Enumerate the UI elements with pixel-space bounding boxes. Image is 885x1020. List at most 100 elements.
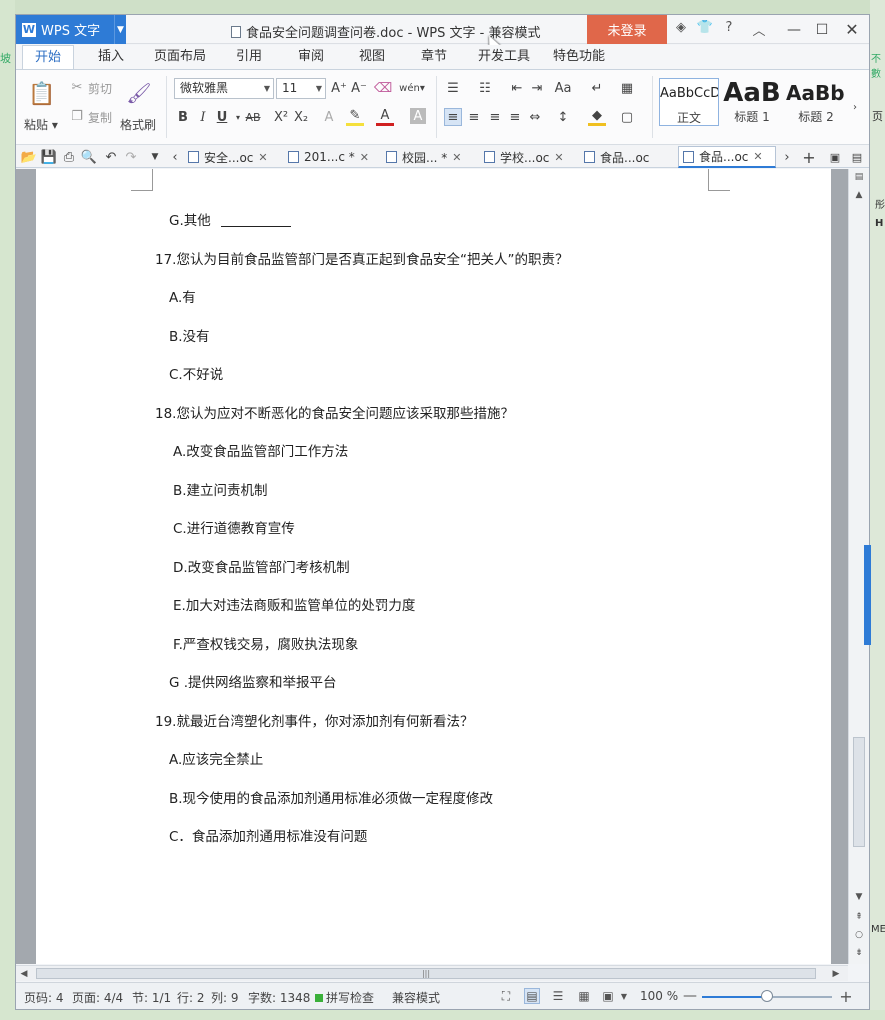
style-heading-1[interactable]: AaB 标题 1 — [722, 78, 782, 126]
zoom-in-icon[interactable]: + — [838, 987, 854, 1006]
tab-home[interactable]: 开始 — [22, 45, 74, 69]
page-view-icon[interactable]: ▤ — [524, 988, 540, 1004]
shrink-font-icon[interactable]: A⁻ — [350, 79, 368, 97]
close-icon[interactable]: ✕ — [258, 151, 267, 164]
chevron-down-icon[interactable]: ▼ — [616, 988, 632, 1004]
bold-button[interactable]: B — [174, 108, 192, 126]
close-icon[interactable]: ✕ — [360, 151, 369, 164]
subscript-icon[interactable]: X₂ — [292, 108, 310, 126]
copy-icon[interactable]: ❐ — [68, 107, 86, 125]
tab-menu-icon[interactable]: ▤ — [848, 148, 866, 166]
tab-special-features[interactable]: 特色功能 — [548, 45, 610, 69]
highlight-icon[interactable]: ✎ — [346, 108, 364, 126]
maximize-button[interactable]: ☐ — [807, 15, 837, 44]
font-name-select[interactable]: 微软雅黑 ▼ — [174, 78, 274, 99]
customize-quick-access-icon[interactable]: ▼ — [146, 148, 164, 166]
numbered-list-icon[interactable]: ☷ — [476, 79, 494, 97]
chevron-down-icon[interactable]: ▼ — [114, 15, 126, 44]
login-button[interactable]: 未登录 — [587, 15, 667, 44]
borders-icon[interactable]: ▢ — [618, 108, 636, 126]
previous-page-icon[interactable]: ⇞ — [849, 909, 869, 925]
bullet-list-icon[interactable]: ☰ — [444, 79, 462, 97]
scroll-down-icon[interactable]: ▼ — [849, 889, 869, 905]
distributed-icon[interactable]: ⇔ — [526, 108, 544, 126]
zoom-level[interactable]: 100 % — [640, 989, 678, 1003]
pinyin-icon[interactable]: wén▾ — [399, 79, 425, 97]
select-browse-object-icon[interactable]: ○ — [849, 927, 869, 943]
grow-font-icon[interactable]: A⁺ — [330, 79, 348, 97]
doc-tab[interactable]: 安全...oc ✕ — [188, 146, 276, 168]
align-right-icon[interactable]: ≡ — [486, 108, 504, 126]
doc-tab[interactable]: 201...c * ✕ — [288, 146, 376, 168]
copy-button[interactable]: 复制 — [88, 109, 112, 126]
italic-button[interactable]: I — [194, 108, 212, 126]
skin-icon[interactable]: ◈ — [672, 20, 690, 39]
tab-scroll-left-icon[interactable]: ‹ — [166, 148, 184, 166]
doc-tab[interactable]: 学校...oc ✕ — [484, 146, 574, 168]
spell-check-toggle[interactable]: 拼写检查 — [315, 989, 374, 1006]
increase-indent-icon[interactable]: ⇥ — [528, 79, 546, 97]
align-center-icon[interactable]: ≡ — [465, 108, 483, 126]
tab-developer[interactable]: 开发工具 — [473, 45, 535, 69]
paste-icon[interactable]: 📋 — [28, 80, 56, 108]
status-word-count[interactable]: 字数: 1348 — [248, 989, 310, 1006]
web-view-icon[interactable]: ▦ — [576, 988, 592, 1004]
format-painter-button[interactable]: 格式刷 — [120, 116, 156, 133]
doc-tab[interactable]: 食品...oc — [584, 146, 676, 168]
collapse-ribbon-icon[interactable]: ︿ — [750, 20, 768, 39]
text-effect-icon[interactable]: A — [320, 108, 338, 126]
line-spacing-icon[interactable]: ↕ — [554, 108, 572, 126]
zoom-out-icon[interactable]: — — [682, 988, 698, 1004]
redo-icon[interactable]: ↷ — [122, 148, 140, 166]
shading-icon[interactable]: ◆ — [588, 108, 606, 126]
table-icon[interactable]: ▦ — [618, 79, 636, 97]
zoom-slider-knob[interactable] — [761, 990, 773, 1002]
zoom-slider[interactable] — [702, 990, 832, 1002]
print-preview-icon[interactable]: 🔍 — [80, 148, 98, 166]
clear-format-icon[interactable]: ⌫ — [374, 79, 392, 97]
save-icon[interactable]: 💾 — [40, 148, 58, 166]
side-panel-toggle[interactable] — [864, 545, 871, 645]
fullscreen-icon[interactable]: ⛶ — [498, 988, 514, 1004]
styles-more-icon[interactable]: › — [849, 98, 861, 116]
cut-button[interactable]: 剪切 — [88, 80, 112, 97]
tab-insert[interactable]: 插入 — [86, 45, 136, 69]
tab-review[interactable]: 审阅 — [286, 45, 336, 69]
outline-view-icon[interactable]: ☰ — [550, 988, 566, 1004]
scroll-right-icon[interactable]: ▶ — [828, 966, 844, 982]
tab-chapter[interactable]: 章节 — [409, 45, 459, 69]
app-menu-button[interactable]: W WPS 文字 ▼ — [16, 15, 126, 44]
tab-page-layout[interactable]: 页面布局 — [149, 45, 211, 69]
font-size-select[interactable]: 11 ▼ — [276, 78, 326, 99]
new-tab-icon[interactable]: + — [800, 148, 818, 167]
scroll-thumb[interactable] — [853, 737, 865, 847]
next-page-icon[interactable]: ⇟ — [849, 945, 869, 961]
document-page[interactable]: G.其他 17.您认为目前食品监管部门是否真正起到食品安全“把关人”的职责？ A… — [36, 169, 831, 964]
paragraph-mark-icon[interactable]: ↵ — [588, 79, 606, 97]
undo-icon[interactable]: ↶ — [102, 148, 120, 166]
style-heading-2[interactable]: AaBb( 标题 2 — [786, 78, 846, 126]
style-normal[interactable]: AaBbCcD 正文 — [659, 78, 719, 126]
minimize-button[interactable]: — — [779, 15, 809, 44]
close-icon[interactable]: ✕ — [452, 151, 461, 164]
scissors-icon[interactable]: ✂ — [68, 78, 86, 96]
scroll-thumb[interactable]: ||| — [36, 968, 816, 979]
strikethrough-button[interactable]: AB — [242, 108, 264, 126]
change-case-icon[interactable]: Aa — [554, 79, 572, 97]
justify-icon[interactable]: ≡ — [506, 108, 524, 126]
print-icon[interactable]: ⎙ — [60, 148, 78, 166]
font-color-icon[interactable]: A — [376, 108, 394, 126]
scroll-up-icon[interactable]: ▲ — [849, 187, 869, 203]
open-folder-icon[interactable]: 📂 — [20, 148, 38, 166]
doc-tab-active[interactable]: 食品...oc ✕ — [678, 146, 776, 168]
scroll-left-icon[interactable]: ◀ — [16, 966, 32, 982]
horizontal-scrollbar[interactable]: ◀ ||| ▶ — [16, 965, 848, 981]
reading-view-icon[interactable]: ▣ — [600, 988, 616, 1004]
align-left-icon[interactable]: ≡ — [444, 108, 462, 126]
paste-button[interactable]: 粘贴 ▾ — [24, 116, 58, 133]
close-button[interactable]: ✕ — [837, 15, 867, 44]
tab-view[interactable]: 视图 — [349, 45, 395, 69]
help-icon[interactable]: ? — [720, 20, 738, 39]
doc-tab[interactable]: 校园... * ✕ — [386, 146, 474, 168]
tab-references[interactable]: 引用 — [226, 45, 272, 69]
